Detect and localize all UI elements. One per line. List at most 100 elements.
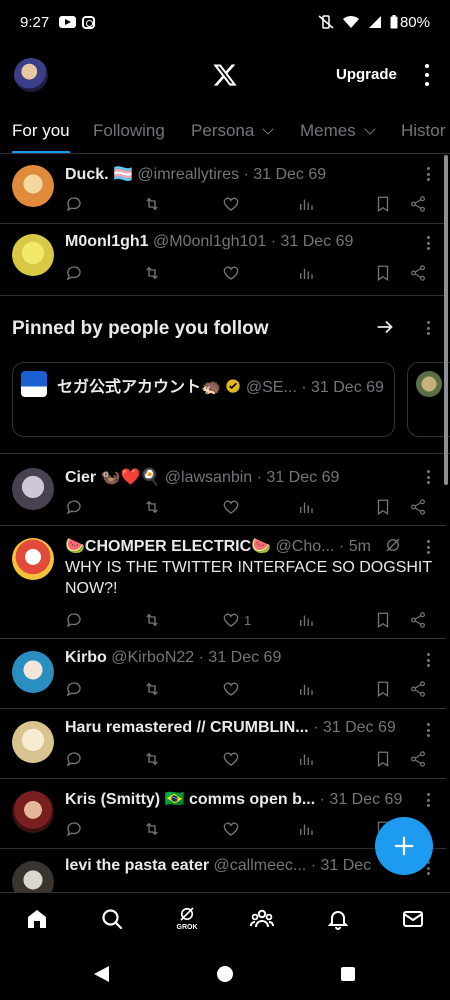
tweet-more-icon[interactable] [427,167,431,181]
arrow-right-icon[interactable] [374,316,396,338]
display-name[interactable]: Kirbo [65,649,107,666]
timestamp[interactable]: · 31 Dec 69 [320,791,403,808]
tweet-more-icon[interactable] [427,653,431,667]
nav-messages[interactable] [400,907,426,933]
username[interactable]: @callmeec... [214,857,307,874]
tab-persona[interactable]: Persona [191,121,274,141]
bookmark-icon[interactable] [374,262,392,284]
repost-icon[interactable] [143,262,161,284]
share-icon[interactable] [409,496,427,518]
display-name[interactable]: Duck. 🏳️‍⚧️ [65,166,133,183]
bookmark-icon[interactable] [374,193,392,215]
tab-memes[interactable]: Memes [300,121,376,141]
nav-search[interactable] [99,907,125,933]
like-button[interactable]: 1 [222,609,251,631]
username[interactable]: @SE... [246,379,297,396]
avatar[interactable] [12,791,54,833]
pinned-card[interactable]: セガ公式アカウント🦔 @SE... · 31 Dec 69 [12,362,395,437]
tweet[interactable]: Kirbo @KirboN22 · 31 Dec 69 [0,639,446,709]
display-name[interactable]: levi the pasta eater [65,857,209,874]
tweet-more-icon[interactable] [427,723,431,737]
share-icon[interactable] [409,748,427,770]
reply-icon[interactable] [65,818,83,840]
repost-icon[interactable] [143,609,161,631]
tweet[interactable]: M0onl1gh1 @M0onl1gh101 · 31 Dec 69 [0,224,446,296]
upgrade-button[interactable]: Upgrade [336,66,397,83]
display-name[interactable]: M0onl1gh1 [65,233,149,250]
tweet-more-icon[interactable] [427,470,431,484]
avatar[interactable] [21,371,47,397]
reply-icon[interactable] [65,262,83,284]
timestamp[interactable]: · 5m [339,538,371,555]
views-icon[interactable] [297,262,315,284]
avatar[interactable] [12,468,54,510]
display-name[interactable]: Kris (Smitty) 🇧🇷 comms open b... [65,791,315,808]
timestamp[interactable]: · 31 Dec 69 [257,469,340,486]
avatar[interactable] [12,234,54,276]
repost-icon[interactable] [143,193,161,215]
section-more-icon[interactable] [427,321,431,335]
like-icon[interactable] [222,818,240,840]
display-name[interactable]: セガ公式アカウント🦔 [57,379,221,396]
grok-icon[interactable] [384,536,402,554]
like-icon[interactable] [222,678,240,700]
share-icon[interactable] [409,678,427,700]
reply-icon[interactable] [65,496,83,518]
display-name[interactable]: Cier 🦦❤️🍳 [65,469,160,486]
like-icon[interactable] [222,193,240,215]
timestamp[interactable]: · 31 Dec 69 [243,166,326,183]
tab-following[interactable]: Following [93,121,165,141]
username[interactable]: @M0onl1gh101 [153,233,266,250]
recents-icon[interactable] [341,967,355,981]
nav-grok[interactable]: GROK [174,905,200,931]
scrollbar[interactable] [444,155,448,485]
avatar[interactable] [12,165,54,207]
tweet-more-icon[interactable] [427,861,431,875]
tab-for-you[interactable]: For you [12,121,70,153]
home-button-icon[interactable] [217,966,233,982]
repost-icon[interactable] [143,496,161,518]
avatar[interactable] [12,651,54,693]
like-icon[interactable] [222,262,240,284]
avatar[interactable] [12,861,54,892]
repost-icon[interactable] [143,818,161,840]
timestamp[interactable]: · 31 Dec 69 [313,719,396,736]
tweet[interactable]: Duck. 🏳️‍⚧️ @imreallytires · 31 Dec 69 [0,155,446,224]
timestamp[interactable]: · 31 Dec [311,857,371,874]
repost-icon[interactable] [143,748,161,770]
share-icon[interactable] [409,609,427,631]
bookmark-icon[interactable] [374,609,392,631]
reply-icon[interactable] [65,193,83,215]
nav-home[interactable] [24,907,50,933]
nav-communities[interactable] [249,907,275,933]
reply-icon[interactable] [65,748,83,770]
like-icon[interactable] [222,496,240,518]
views-icon[interactable] [297,496,315,518]
bookmark-icon[interactable] [374,748,392,770]
tweet[interactable]: Cier 🦦❤️🍳 @lawsanbin · 31 Dec 69 [0,454,446,526]
username[interactable]: @Cho... [276,538,335,555]
timestamp[interactable]: · 31 Dec 69 [271,233,354,250]
timeline-feed[interactable]: Duck. 🏳️‍⚧️ @imreallytires · 31 Dec 69 M… [0,155,450,892]
bookmark-icon[interactable] [374,678,392,700]
share-icon[interactable] [409,262,427,284]
compose-button[interactable] [375,817,433,875]
tweet-more-icon[interactable] [427,236,431,250]
tweet-more-icon[interactable] [427,540,431,554]
nav-notifications[interactable] [325,907,351,933]
reply-icon[interactable] [65,678,83,700]
more-options-icon[interactable] [424,64,430,86]
tab-history[interactable]: Histor [401,121,445,141]
timestamp[interactable]: · 31 Dec 69 [199,649,282,666]
tweet-more-icon[interactable] [427,793,431,807]
username[interactable]: @lawsanbin [165,469,252,486]
tweet[interactable]: Haru remastered // CRUMBLIN... · 31 Dec … [0,709,446,779]
avatar[interactable] [12,538,54,580]
bookmark-icon[interactable] [374,496,392,518]
timestamp[interactable]: · 31 Dec 69 [301,379,384,396]
share-icon[interactable] [409,193,427,215]
like-icon[interactable] [222,748,240,770]
views-icon[interactable] [297,678,315,700]
views-icon[interactable] [297,818,315,840]
reply-icon[interactable] [65,609,83,631]
